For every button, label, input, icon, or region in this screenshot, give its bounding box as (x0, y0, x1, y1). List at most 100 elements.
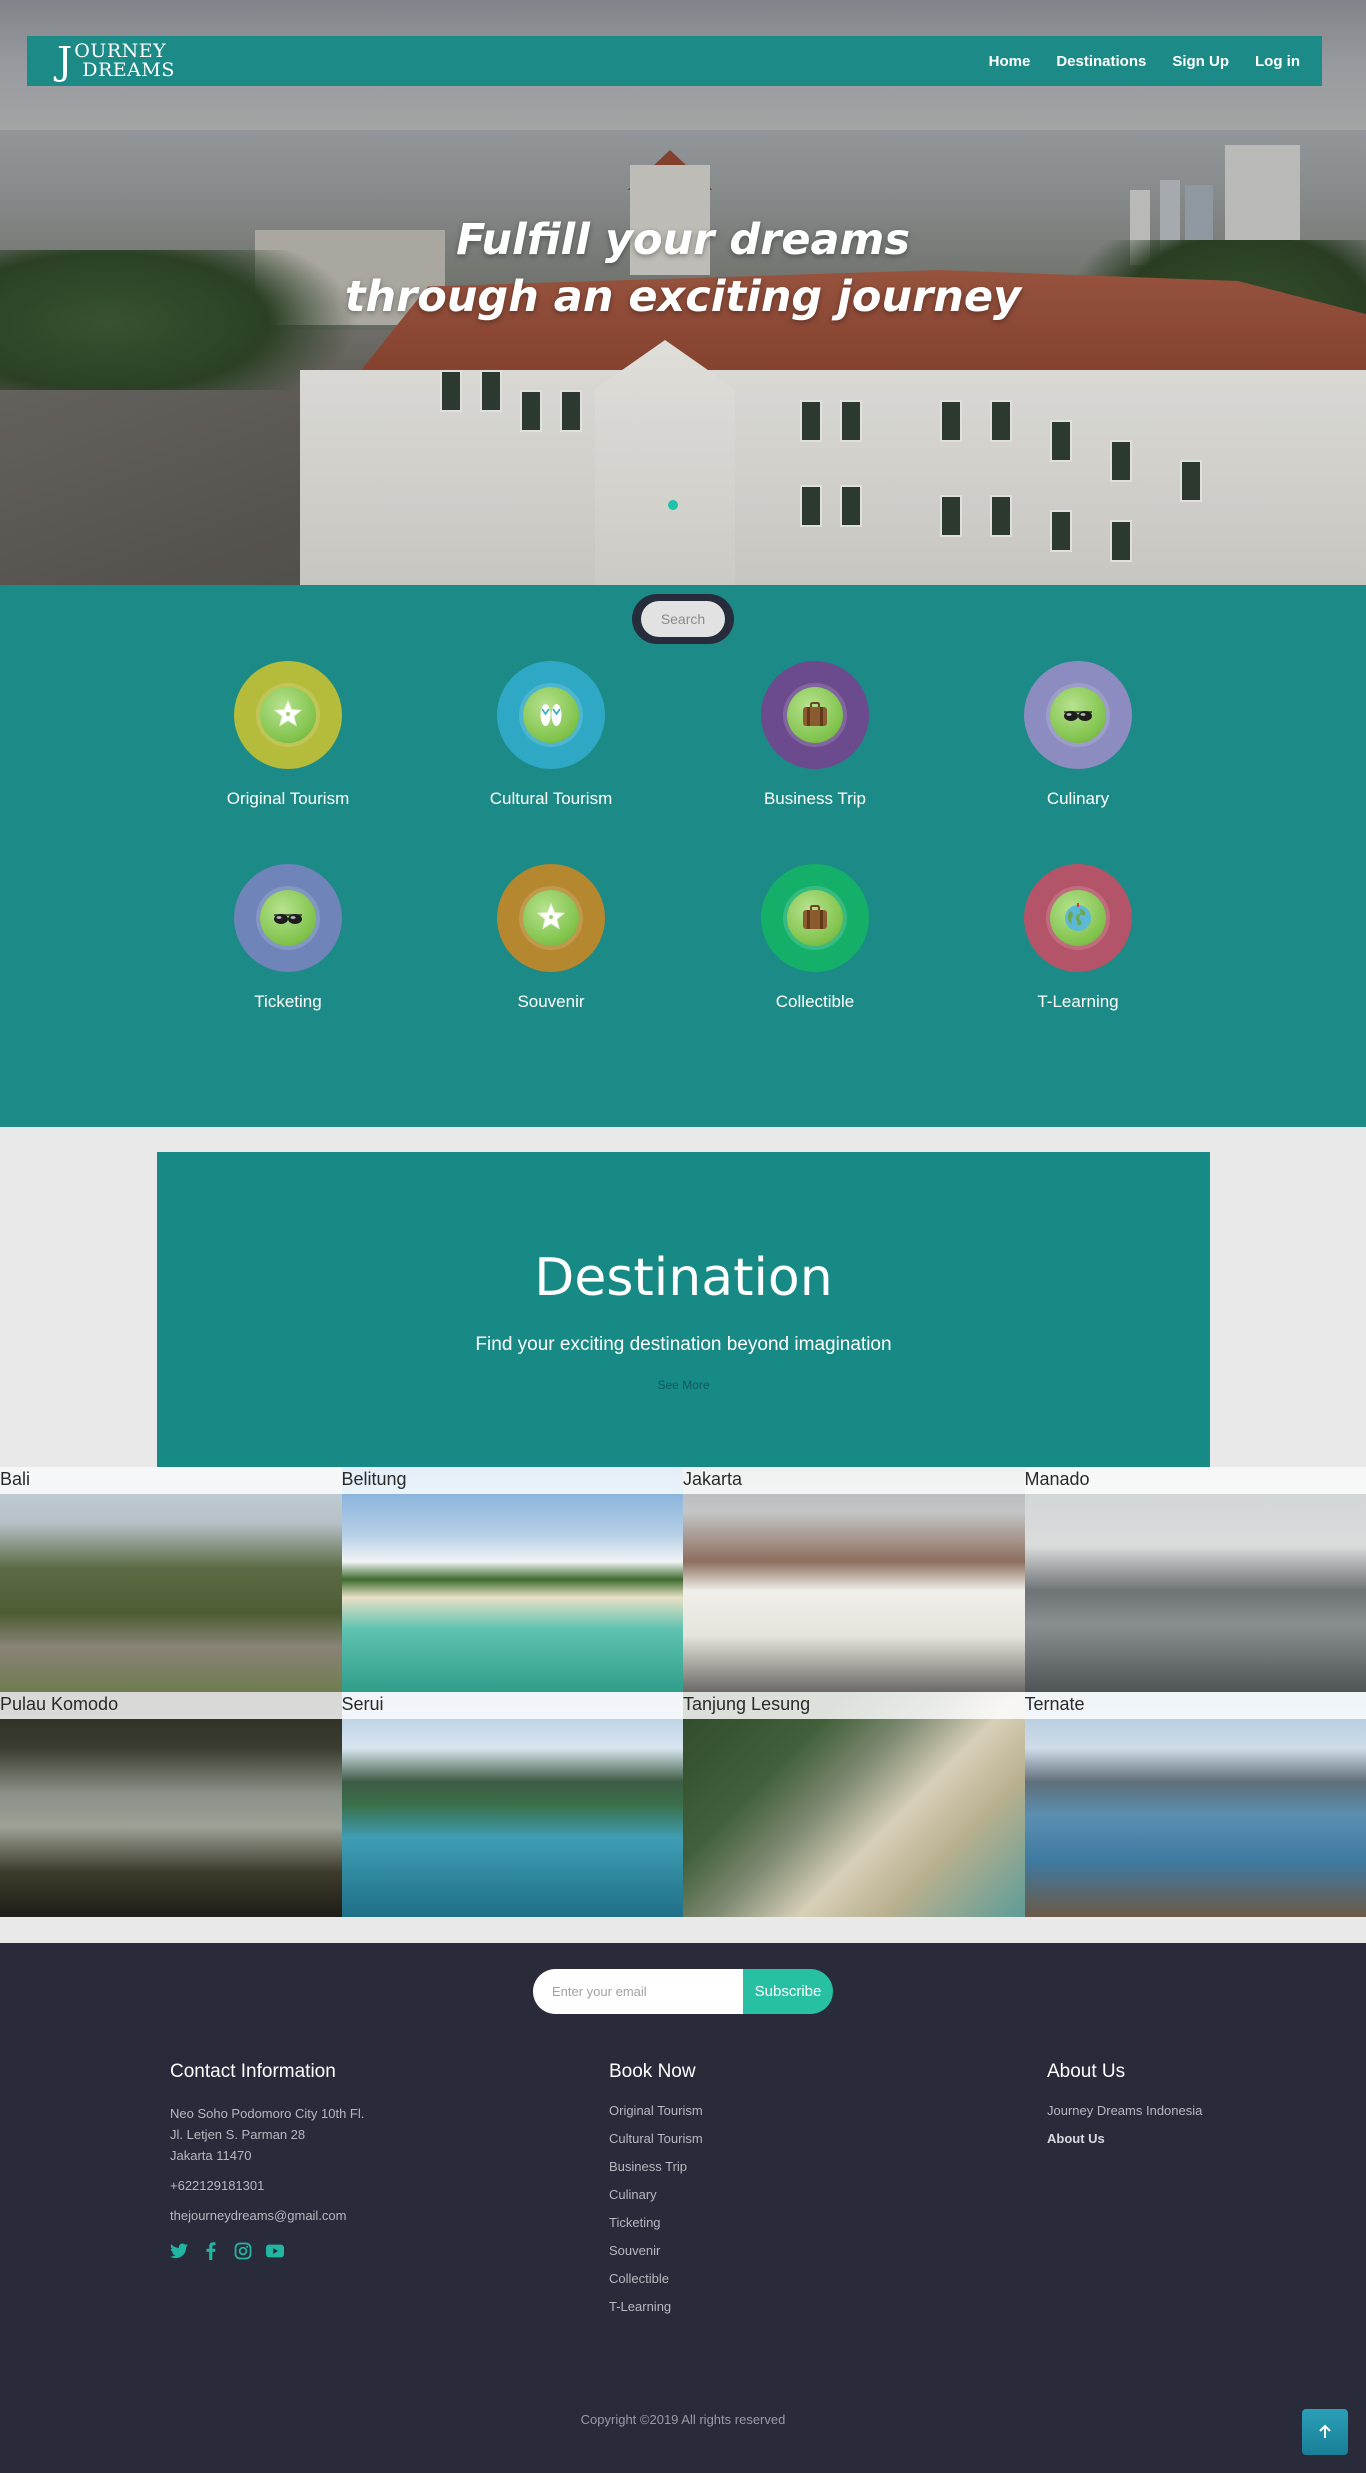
nav-links: Home Destinations Sign Up Log in (989, 53, 1300, 70)
category-label: T-Learning (1037, 992, 1119, 1011)
destination-photo (0, 1692, 342, 1917)
destination-name: Manado (1024, 1469, 1090, 1489)
sunglasses-icon (260, 890, 316, 946)
hero-title-line2: through an exciting journey (344, 272, 1022, 322)
footer: Enter your email Subscribe Contact Infor… (0, 1943, 1366, 2473)
destination-name: Tanjung Lesung (683, 1694, 811, 1714)
destination-tile-tanjung-lesung[interactable]: Tanjung Lesung (683, 1692, 1025, 1917)
destination-photo (1024, 1467, 1366, 1692)
destination-name-bar (0, 1467, 342, 1494)
address-line: Jl. Letjen S. Parman 28 (170, 2127, 306, 2142)
about-column: About Us Journey Dreams Indonesia About … (1047, 2061, 1202, 2159)
book-link[interactable]: Souvenir (609, 2243, 703, 2258)
category-label: Culinary (1046, 789, 1110, 808)
about-link[interactable]: About Us (1047, 2131, 1202, 2146)
category-circle[interactable] (497, 864, 605, 972)
hero-title-line1: Fulfill your dreams (456, 215, 910, 265)
category-circle[interactable] (234, 864, 342, 972)
category-souvenir[interactable]: Souvenir (441, 864, 661, 1012)
suitcase-icon (787, 890, 843, 946)
hero-title: Fulfill your dreams through an exciting … (0, 212, 1366, 326)
about-link[interactable]: Journey Dreams Indonesia (1047, 2103, 1202, 2118)
facebook-icon[interactable] (202, 2242, 220, 2260)
book-column: Book Now Original Tourism Cultural Touri… (609, 2061, 703, 2327)
category-original-tourism[interactable]: Original Tourism (178, 661, 398, 809)
subscribe-form: Enter your email Subscribe (533, 1969, 833, 2014)
category-label: Cultural Tourism (489, 789, 613, 808)
sandals-icon (523, 687, 579, 743)
destination-name-bar (341, 1692, 683, 1719)
categories-section: Search Original Tourism Cultural Tourism B… (0, 585, 1366, 1127)
phone-number: +622129181301 (170, 2178, 265, 2193)
destination-tile-manado[interactable]: Manado (1024, 1467, 1366, 1692)
destination-tile-ternate[interactable]: Ternate (1024, 1692, 1366, 1917)
email-input[interactable]: Enter your email (533, 1969, 743, 2014)
category-label: Business Trip (763, 789, 867, 808)
youtube-icon[interactable] (266, 2242, 284, 2260)
about-title: About Us (1047, 2061, 1126, 2082)
search-button[interactable]: Search (641, 601, 725, 637)
nav-signup-link[interactable]: Sign Up (1172, 53, 1229, 70)
destination-photo (341, 1467, 683, 1692)
navbar: J OURNEY DREAMS Home Destinations Sign U… (27, 36, 1322, 86)
book-link[interactable]: T-Learning (609, 2299, 703, 2314)
category-cultural-tourism[interactable]: Cultural Tourism (441, 661, 661, 809)
destination-tile-belitung[interactable]: Belitung (341, 1467, 683, 1692)
category-t-learning[interactable]: T-Learning (968, 864, 1188, 1012)
category-circle[interactable] (497, 661, 605, 769)
carousel-indicator[interactable] (668, 500, 678, 510)
twitter-icon[interactable] (170, 2242, 188, 2260)
category-business-trip[interactable]: Business Trip (705, 661, 925, 809)
book-link[interactable]: Original Tourism (609, 2103, 703, 2118)
category-circle[interactable] (1024, 661, 1132, 769)
nav-home-link[interactable]: Home (989, 53, 1031, 70)
book-link[interactable]: Cultural Tourism (609, 2131, 703, 2146)
search-container: Search (632, 594, 734, 644)
destination-grid: Bali Belitung Jakarta Manado Pulau Komodo Ser… (0, 1467, 1366, 1917)
nav-login-link[interactable]: Log in (1255, 53, 1300, 70)
category-label: Collectible (775, 992, 855, 1011)
category-collectible[interactable]: Collectible (705, 864, 925, 1012)
address-line: Jakarta 11470 (170, 2148, 252, 2163)
category-culinary[interactable]: Culinary (968, 661, 1188, 809)
destination-section: Destination Find your exciting destinati… (0, 1127, 1366, 1943)
category-label: Souvenir (517, 992, 585, 1011)
copyright: Copyright ©2019 All rights reserved (580, 2412, 786, 2427)
nav-destinations-link[interactable]: Destinations (1056, 53, 1146, 70)
category-circle[interactable] (761, 864, 869, 972)
see-more-link[interactable]: See More (657, 1378, 709, 1392)
contact-column: Contact Information Neo Soho Podomoro Ci… (170, 2061, 364, 2260)
category-circle[interactable] (234, 661, 342, 769)
address-line: Neo Soho Podomoro City 10th Fl. (170, 2106, 365, 2121)
destination-name: Ternate (1024, 1694, 1085, 1714)
destination-photo (683, 1692, 1025, 1917)
destination-tile-jakarta[interactable]: Jakarta (683, 1467, 1025, 1692)
category-label: Original Tourism (226, 789, 350, 808)
destination-name: Jakarta (683, 1469, 743, 1489)
book-link[interactable]: Business Trip (609, 2159, 703, 2174)
destination-subtitle: Find your exciting destination beyond im… (475, 1334, 892, 1355)
book-link[interactable]: Ticketing (609, 2215, 703, 2230)
back-to-top-button[interactable] (1302, 2409, 1348, 2455)
destination-tile-bali[interactable]: Bali (0, 1467, 342, 1692)
suitcase-icon (787, 687, 843, 743)
instagram-icon[interactable] (234, 2242, 252, 2260)
logo[interactable]: J OURNEY DREAMS (57, 42, 175, 81)
book-link[interactable]: Culinary (609, 2187, 703, 2202)
destination-photo (0, 1467, 342, 1692)
starfish-icon (523, 890, 579, 946)
category-circle[interactable] (1024, 864, 1132, 972)
destination-name: Pulau Komodo (0, 1694, 119, 1714)
destination-tile-pulau-komodo[interactable]: Pulau Komodo (0, 1692, 342, 1917)
arrow-up-icon (1319, 2424, 1331, 2438)
hero-section: J OURNEY DREAMS Home Destinations Sign U… (0, 0, 1366, 585)
book-link[interactable]: Collectible (609, 2271, 703, 2286)
subscribe-button[interactable]: Subscribe (743, 1969, 833, 2014)
category-ticketing[interactable]: Ticketing (178, 864, 398, 1012)
contact-title: Contact Information (170, 2061, 336, 2082)
sunglasses-icon (1050, 687, 1106, 743)
destination-name: Belitung (341, 1469, 407, 1489)
destination-tile-serui[interactable]: Serui (341, 1692, 683, 1917)
contact-email: thejourneydreams@gmail.com (170, 2208, 347, 2223)
category-circle[interactable] (761, 661, 869, 769)
